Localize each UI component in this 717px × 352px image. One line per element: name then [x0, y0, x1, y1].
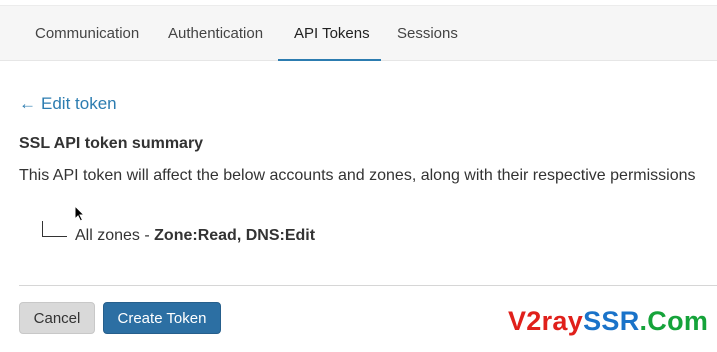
watermark-logo: V2raySSR.Com	[508, 306, 708, 337]
tab-communication[interactable]: Communication	[35, 6, 139, 61]
mouse-pointer-icon	[74, 205, 86, 222]
cancel-button[interactable]: Cancel	[19, 302, 95, 334]
scope-permissions: Zone:Read, DNS:Edit	[154, 227, 316, 244]
scope-zones-label: All zones -	[75, 227, 155, 244]
watermark-part-3: .Com	[639, 306, 709, 336]
divider	[19, 285, 717, 286]
watermark-part-2: SSR	[583, 306, 640, 336]
tree-connector	[42, 221, 67, 237]
edit-token-link[interactable]: ← Edit token	[19, 94, 117, 114]
create-token-button[interactable]: Create Token	[103, 302, 221, 334]
summary-description: This API token will affect the below acc…	[19, 167, 696, 184]
tab-sessions[interactable]: Sessions	[397, 6, 458, 61]
zone-permission-row: All zones - Zone:Read, DNS:Edit	[75, 227, 315, 245]
tab-bar: Communication Authentication API Tokens …	[0, 5, 717, 61]
edit-token-label: Edit token	[41, 94, 117, 113]
watermark-part-1: V2ray	[508, 306, 584, 336]
summary-heading: SSL API token summary	[19, 135, 204, 152]
tab-authentication[interactable]: Authentication	[168, 6, 263, 61]
tab-api-tokens[interactable]: API Tokens	[278, 6, 381, 61]
arrow-left-icon: ←	[19, 94, 36, 113]
